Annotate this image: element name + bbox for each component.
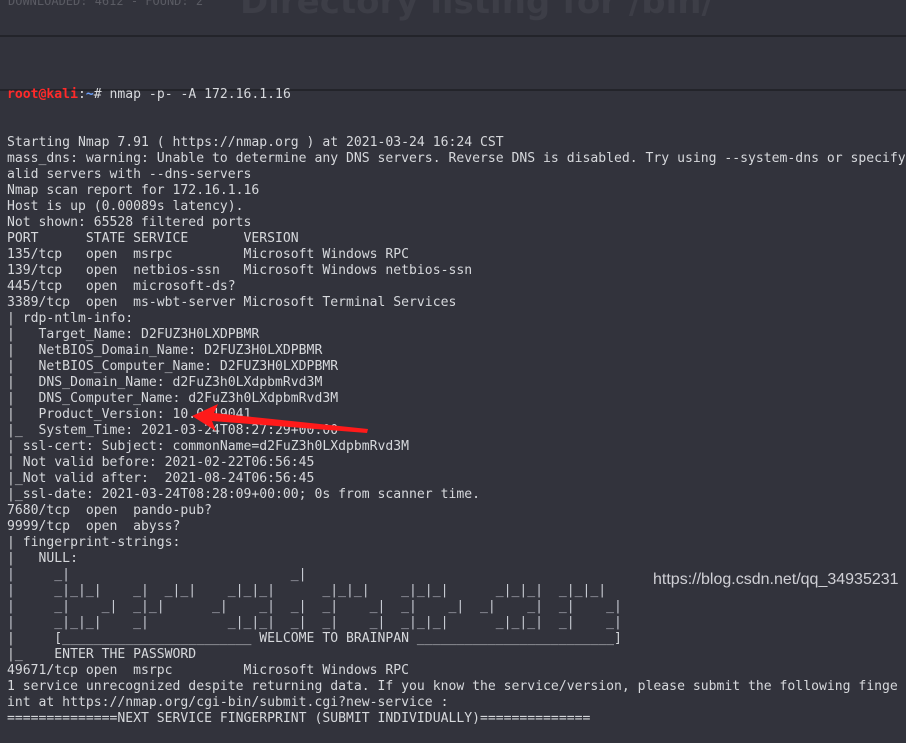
prompt-separator: :	[77, 87, 86, 102]
output-line: | NetBIOS_Domain_Name: D2FUZ3H0LXDPBMR	[7, 343, 323, 358]
output-line: PORT STATE SERVICE VERSION	[7, 231, 299, 246]
output-line: 1 service unrecognized despite returning…	[7, 679, 898, 694]
output-line: | ssl-cert: Subject: commonName=d2FuZ3h0…	[7, 439, 410, 454]
output-line: alid servers with --dns-servers	[7, 167, 252, 182]
output-line: | _| _| _|_| _| _| _| _| _| _| _| _| _| …	[7, 599, 622, 614]
output-line: 135/tcp open msrpc Microsoft Windows RPC	[7, 247, 410, 262]
output-line: | [________________________ WELCOME TO B…	[7, 631, 622, 646]
output-line: 445/tcp open microsoft-ds?	[7, 279, 236, 294]
output-line: ==============NEXT SERVICE FINGERPRINT (…	[7, 711, 591, 726]
output-line: | _|_|_| _| _|_|_| _| _| _| _|_|_| _|_|_…	[7, 615, 622, 630]
output-line: | Not valid before: 2021-02-22T06:56:45	[7, 455, 315, 470]
command-prompt-line: root@kali:~# nmap -p- -A 172.16.1.16	[7, 87, 906, 103]
output-line: mass_dns: warning: Unable to determine a…	[7, 151, 906, 166]
red-arrow-annotation-icon	[192, 404, 368, 433]
output-line: 49671/tcp open msrpc Microsoft Windows R…	[7, 663, 410, 678]
prompt-symbol: #	[93, 87, 110, 102]
output-line: | Target_Name: D2FUZ3H0LXDPBMR	[7, 327, 260, 342]
prompt-user-host: root@kali	[7, 87, 78, 102]
output-line: 3389/tcp open ms-wbt-server Microsoft Te…	[7, 295, 457, 310]
output-line: 9999/tcp open abyss?	[7, 519, 181, 534]
output-line: Host is up (0.00089s latency).	[7, 199, 244, 214]
scan-output: Starting Nmap 7.91 ( https://nmap.org ) …	[7, 135, 906, 727]
output-line: | NULL:	[7, 551, 78, 566]
output-line: |_Not valid after: 2021-08-24T06:56:45	[7, 471, 315, 486]
arrow-shape	[192, 404, 368, 433]
output-line: |_ssl-date: 2021-03-24T08:28:09+00:00; 0…	[7, 487, 480, 502]
output-line: Starting Nmap 7.91 ( https://nmap.org ) …	[7, 135, 504, 150]
watermark: https://blog.csdn.net/qq_34935231	[653, 571, 899, 588]
output-line: Not shown: 65528 filtered ports	[7, 215, 252, 230]
output-line: | DNS_Computer_Name: d2FuZ3h0LXdpbmRvd3M	[7, 391, 339, 406]
output-line: Nmap scan report for 172.16.1.16	[7, 183, 260, 198]
output-line: 7680/tcp open pando-pub?	[7, 503, 212, 518]
output-line: | fingerprint-strings:	[7, 535, 181, 550]
terminal-output[interactable]: root@kali:~# nmap -p- -A 172.16.1.16 Sta…	[7, 7, 906, 743]
output-line: |_ ENTER THE PASSWORD	[7, 647, 197, 662]
command-text: nmap -p- -A 172.16.1.16	[109, 87, 291, 102]
output-line: | rdp-ntlm-info:	[7, 311, 134, 326]
output-line: | Product_Version: 10.0.19041	[7, 407, 252, 422]
prompt-path: ~	[85, 87, 94, 102]
output-line: int at https://nmap.org/cgi-bin/submit.c…	[7, 695, 449, 710]
ghost-top-line	[7, 39, 906, 55]
output-line: | NetBIOS_Computer_Name: D2FUZ3H0LXDPBMR	[7, 359, 339, 374]
output-line: 139/tcp open netbios-ssn Microsoft Windo…	[7, 263, 473, 278]
output-line: |_ System_Time: 2021-03-24T08:27:29+00:0…	[7, 423, 339, 438]
output-line: | DNS_Domain_Name: d2FuZ3h0LXdpbmRvd3M	[7, 375, 323, 390]
